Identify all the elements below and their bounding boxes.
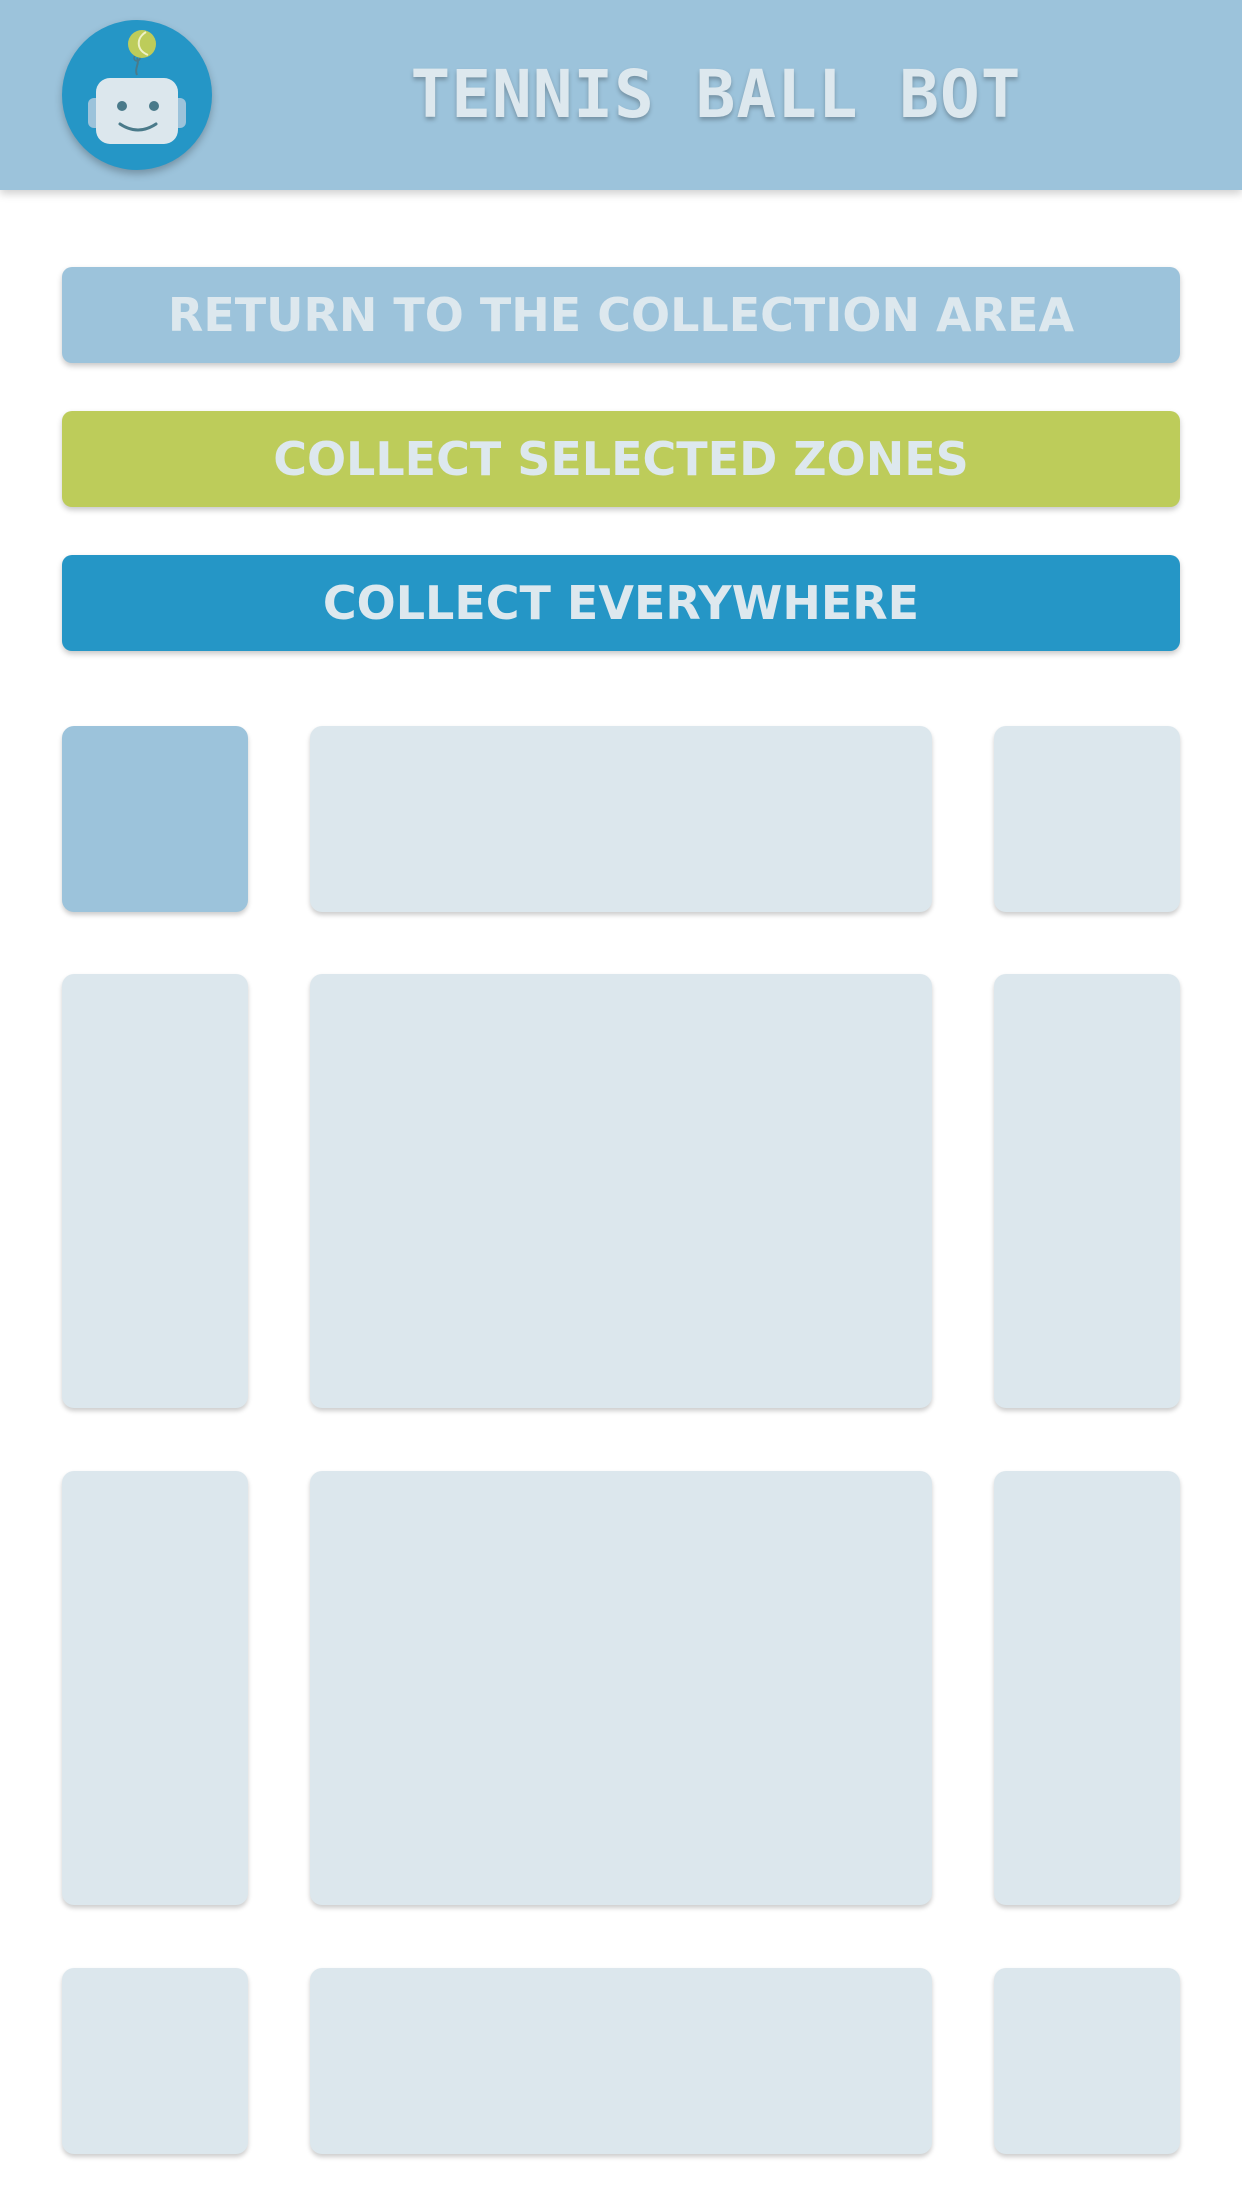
zone-r4-c2[interactable] [310, 1968, 932, 2154]
robot-icon [62, 20, 212, 170]
zone-r2-c1[interactable] [62, 974, 248, 1408]
zone-r3-c3[interactable] [994, 1471, 1180, 1905]
collect-selected-zones-button[interactable]: COLLECT SELECTED ZONES [62, 411, 1180, 507]
zone-r1-c3[interactable] [994, 726, 1180, 912]
return-to-collection-area-button[interactable]: RETURN TO THE COLLECTION AREA [62, 267, 1180, 363]
collect-everywhere-button[interactable]: COLLECT EVERYWHERE [62, 555, 1180, 651]
zone-r4-c1[interactable] [62, 1968, 248, 2154]
zone-r1-c2[interactable] [310, 726, 932, 912]
app-header: TENNIS BALL BOT [0, 0, 1242, 190]
zone-r2-c3[interactable] [994, 974, 1180, 1408]
zone-r3-c1[interactable] [62, 1471, 248, 1905]
zone-r4-c3[interactable] [994, 1968, 1180, 2154]
app-title: TENNIS BALL BOT [410, 56, 1022, 133]
zone-r3-c2[interactable] [310, 1471, 932, 1905]
zone-r2-c2[interactable] [310, 974, 932, 1408]
zone-r1-c1[interactable] [62, 726, 248, 912]
